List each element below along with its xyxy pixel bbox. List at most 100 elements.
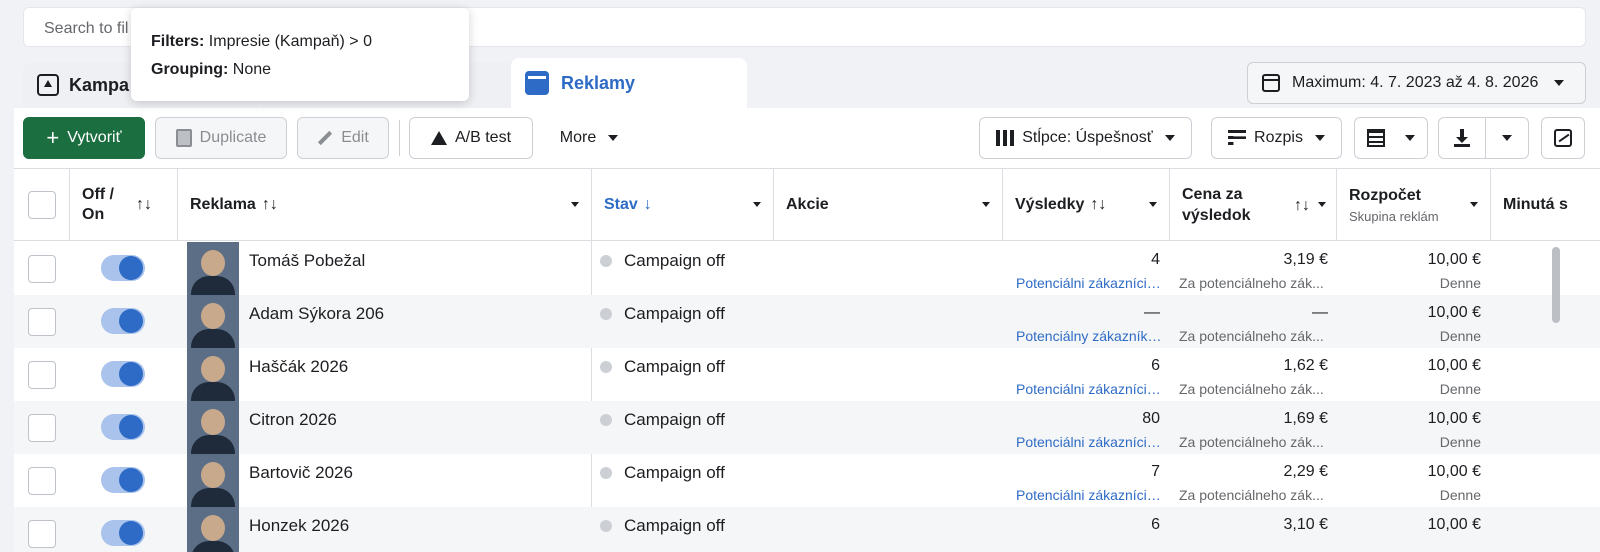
row-checkbox[interactable] — [28, 361, 56, 389]
results-value: 80 — [1142, 410, 1160, 427]
date-range-label: Maximum: 4. 7. 2023 až 4. 8. 2026 — [1292, 74, 1539, 91]
column-menu-icon[interactable] — [1318, 202, 1326, 207]
budget-value[interactable]: 10,00 € — [1344, 304, 1481, 322]
header-budget[interactable]: Rozpočet Skupina reklám — [1337, 169, 1491, 241]
table-row[interactable]: Citron 2026 Campaign off 80 Potenciálni … — [14, 401, 1600, 454]
results-value: 7 — [1151, 463, 1160, 480]
ad-name[interactable]: Tomáš Pobežal — [249, 251, 365, 271]
results-type[interactable]: Potenciálni zákazníci ... — [1016, 381, 1162, 397]
export-button[interactable] — [1438, 117, 1486, 159]
ad-name[interactable]: Honzek 2026 — [249, 516, 349, 536]
ad-name[interactable]: Citron 2026 — [249, 410, 337, 430]
breakdown-button-label: Rozpis — [1254, 129, 1303, 146]
charts-button[interactable] — [1541, 117, 1585, 159]
ad-name[interactable]: Haščák 2026 — [249, 357, 348, 377]
chevron-down-icon — [1554, 80, 1565, 86]
download-icon — [1454, 129, 1470, 147]
column-menu-icon[interactable] — [1149, 202, 1157, 207]
budget-value[interactable]: 10,00 € — [1344, 516, 1481, 534]
row-checkbox[interactable] — [28, 255, 56, 283]
edit-button[interactable]: Edit — [297, 117, 389, 159]
results-type[interactable]: Potenciálni zákazníci ... — [1016, 434, 1162, 450]
date-range-picker[interactable]: Maximum: 4. 7. 2023 až 4. 8. 2026 — [1247, 62, 1586, 104]
header-budget-sub: Skupina reklám — [1349, 208, 1439, 224]
chevron-down-icon — [608, 135, 619, 141]
breakdown-icon — [1228, 130, 1247, 146]
ad-status: Campaign off — [600, 516, 725, 536]
create-button[interactable]: + Vytvoriť — [23, 117, 145, 159]
budget-type: Denne — [1439, 381, 1481, 397]
export-options-button[interactable] — [1485, 117, 1529, 159]
tab-ads[interactable]: Reklamy — [511, 58, 747, 108]
header-status[interactable]: Stav ↓ — [592, 169, 774, 241]
ads-table: Off / On ↑↓ Reklama ↑↓ Stav ↓ Akcie Výsl… — [14, 168, 1600, 552]
budget-value[interactable]: 10,00 € — [1344, 251, 1481, 269]
more-button[interactable]: More — [539, 117, 639, 159]
budget-value[interactable]: 10,00 € — [1344, 357, 1481, 375]
budget-value[interactable]: 10,00 € — [1344, 410, 1481, 428]
header-actions-label: Akcie — [786, 196, 829, 213]
chevron-down-icon — [1405, 135, 1415, 141]
breakdown-button[interactable]: Rozpis — [1211, 117, 1342, 159]
row-toggle[interactable] — [101, 361, 145, 387]
row-checkbox[interactable] — [28, 308, 56, 336]
duplicate-button[interactable]: Duplicate — [155, 117, 287, 159]
sort-icon: ↑↓ — [136, 196, 152, 213]
columns-button-label: Stĺpce: Úspešnosť — [1022, 129, 1153, 146]
cost-type: Za potenciálneho zák... — [1179, 275, 1324, 291]
tab-campaigns-label: Kampa — [69, 74, 130, 95]
ad-thumbnail — [187, 295, 239, 348]
header-results[interactable]: Výsledky ↑↓ — [1003, 169, 1170, 241]
header-ad-label: Reklama — [190, 196, 256, 213]
cost-value: — — [1312, 304, 1328, 321]
row-checkbox[interactable] — [28, 414, 56, 442]
edit-button-label: Edit — [341, 129, 369, 146]
status-dot-icon — [600, 520, 612, 532]
budget-value[interactable]: 10,00 € — [1344, 463, 1481, 481]
columns-button[interactable]: Stĺpce: Úspešnosť — [979, 117, 1192, 159]
column-menu-icon[interactable] — [571, 202, 579, 207]
row-checkbox[interactable] — [28, 467, 56, 495]
duplicate-button-label: Duplicate — [199, 129, 267, 146]
filters-value: Impresie (Kampaň) > 0 — [208, 33, 372, 50]
cost-value: 2,29 € — [1283, 463, 1328, 480]
status-text: Campaign off — [624, 251, 725, 270]
status-dot-icon — [600, 467, 612, 479]
header-amount-spent[interactable]: Minutá s — [1491, 169, 1600, 241]
calendar-icon — [1262, 74, 1280, 92]
table-row[interactable]: Adam Sýkora 206 Campaign off — Potenciál… — [14, 295, 1600, 348]
row-toggle[interactable] — [101, 467, 145, 493]
header-off-on[interactable]: Off / On ↑↓ — [70, 169, 178, 241]
row-toggle[interactable] — [101, 520, 145, 546]
row-toggle[interactable] — [101, 255, 145, 281]
row-toggle[interactable] — [101, 308, 145, 334]
table-row[interactable]: Bartovič 2026 Campaign off 7 Potenciálni… — [14, 454, 1600, 507]
status-dot-icon — [600, 255, 612, 267]
results-type[interactable]: Potenciálni zákazníci ... — [1016, 275, 1162, 291]
header-results-label: Výsledky — [1015, 196, 1085, 213]
results-type[interactable]: Potenciálni zákazníci ... — [1016, 487, 1162, 503]
vertical-scrollbar[interactable] — [1552, 247, 1560, 323]
row-toggle[interactable] — [101, 414, 145, 440]
budget-type: Denne — [1439, 434, 1481, 450]
header-actions[interactable]: Akcie — [774, 169, 1003, 241]
header-ad[interactable]: Reklama ↑↓ — [178, 169, 592, 241]
toolbar-divider — [399, 120, 400, 156]
ad-name[interactable]: Bartovič 2026 — [249, 463, 353, 483]
header-cost-per-result[interactable]: Cena za výsledok ↑↓ — [1170, 169, 1337, 241]
column-menu-icon[interactable] — [982, 202, 990, 207]
ad-thumbnail — [187, 401, 239, 454]
ad-name[interactable]: Adam Sýkora 206 — [249, 304, 384, 324]
table-row[interactable]: Tomáš Pobežal Campaign off 4 Potenciálni… — [14, 242, 1600, 295]
column-menu-icon[interactable] — [753, 202, 761, 207]
row-checkbox[interactable] — [28, 520, 56, 548]
table-row[interactable]: Haščák 2026 Campaign off 6 Potenciálni z… — [14, 348, 1600, 401]
cost-value: 3,10 € — [1283, 516, 1328, 533]
filters-label: Filters: — [151, 33, 205, 50]
table-row[interactable]: Honzek 2026 Campaign off 6 3,10 € 10,00 … — [14, 507, 1600, 552]
results-type[interactable]: Potenciálny zákazník ... — [1016, 328, 1162, 344]
reports-button[interactable] — [1354, 117, 1428, 159]
column-menu-icon[interactable] — [1470, 202, 1478, 207]
ab-test-button[interactable]: A/B test — [409, 117, 533, 159]
select-all-checkbox[interactable] — [27, 191, 56, 219]
